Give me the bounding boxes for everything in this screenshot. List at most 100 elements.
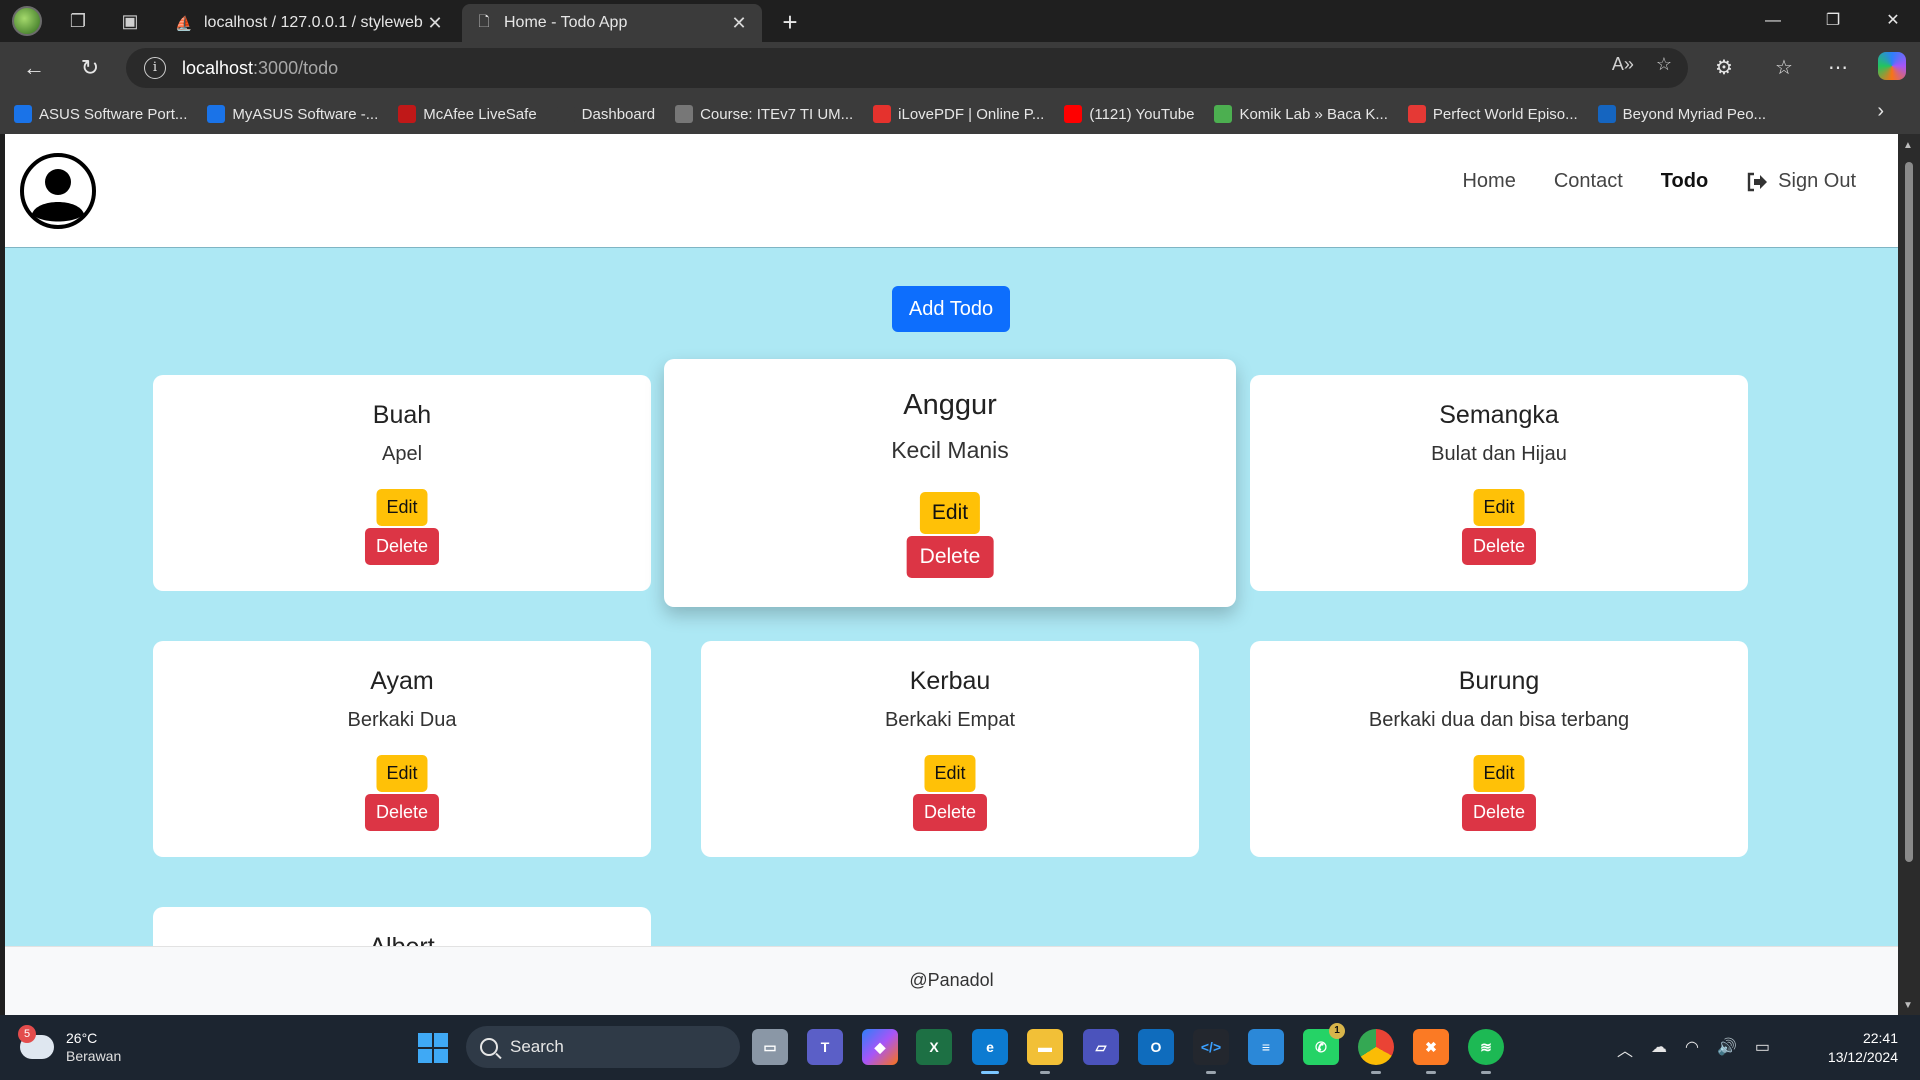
favorite-star-icon[interactable]: ☆ — [1656, 54, 1672, 75]
pw-icon — [1407, 105, 1426, 123]
edit-button[interactable]: Edit — [1473, 755, 1525, 792]
new-tab-button[interactable]: + — [774, 6, 806, 38]
delete-button[interactable]: Delete — [1461, 528, 1537, 565]
copilot-app-icon[interactable]: ◆ — [862, 1029, 898, 1065]
profile-avatar[interactable] — [12, 6, 42, 36]
todo-title: Kerbau — [909, 667, 991, 695]
bookmark-label: MyASUS Software -... — [232, 105, 379, 123]
bookmark-item[interactable]: Dashboard — [556, 105, 655, 123]
more-menu-icon[interactable]: ⋯ — [1820, 50, 1856, 86]
edit-button[interactable]: Edit — [376, 755, 428, 792]
scroll-down-arrow-icon[interactable]: ▼ — [1903, 1000, 1913, 1011]
workspaces-icon[interactable]: ❐ — [58, 0, 98, 42]
chrome-icon[interactable] — [1358, 1029, 1394, 1074]
excel-icon[interactable]: X — [916, 1029, 952, 1065]
nav-todo-link[interactable]: Todo — [1661, 170, 1708, 193]
todo-description: Kecil Manis — [891, 437, 1009, 463]
bookmark-label: Course: ITEv7 TI UM... — [700, 105, 854, 123]
edge-icon[interactable]: e — [972, 1029, 1008, 1074]
nav-contact-link[interactable]: Contact — [1554, 170, 1623, 193]
page-viewport: Home Contact Todo Sign Out Add Todo Buah… — [5, 134, 1898, 1015]
bookmark-label: Komik Lab » Baca K... — [1239, 105, 1388, 123]
page-scrollbar[interactable]: ▲ ▼ — [1898, 134, 1920, 1015]
bookmarks-overflow-icon[interactable]: › — [1877, 100, 1884, 123]
delete-button[interactable]: Delete — [912, 794, 988, 831]
extensions-icon[interactable]: ⚙ — [1706, 50, 1742, 86]
windows-start-icon[interactable] — [418, 1033, 448, 1063]
vertical-tabs-icon[interactable]: ▣ — [110, 0, 150, 42]
delete-button[interactable]: Delete — [906, 536, 994, 578]
mcafee-icon — [398, 105, 417, 123]
scrollbar-thumb[interactable] — [1905, 162, 1913, 862]
delete-button[interactable]: Delete — [1461, 794, 1537, 831]
delete-button[interactable]: Delete — [364, 528, 440, 565]
weather-condition: Berawan — [66, 1048, 122, 1064]
todo-card: Ayam Berkaki Dua Edit Delete — [153, 641, 651, 857]
edit-button[interactable]: Edit — [924, 755, 976, 792]
bookmark-item[interactable]: Komik Lab » Baca K... — [1214, 105, 1388, 123]
edit-button[interactable]: Edit — [919, 492, 981, 534]
url-field[interactable]: i localhost :3000/todo A» ☆ — [126, 48, 1688, 88]
read-aloud-icon[interactable]: A» — [1612, 54, 1634, 75]
xampp-icon[interactable]: ✖ — [1413, 1029, 1449, 1074]
edit-button[interactable]: Edit — [376, 489, 428, 526]
task-view-icon[interactable]: ▭ — [752, 1029, 788, 1065]
scroll-up-arrow-icon[interactable]: ▲ — [1903, 140, 1913, 151]
refresh-icon[interactable]: ↻ — [72, 50, 108, 86]
user-avatar-icon[interactable] — [19, 152, 97, 230]
delete-button[interactable]: Delete — [364, 794, 440, 831]
chevron-up-icon[interactable]: ︿ — [1617, 1037, 1633, 1061]
weather-temperature: 26°C — [66, 1030, 98, 1046]
whatsapp-badge: 1 — [1329, 1023, 1345, 1039]
bookmark-label: ASUS Software Port... — [39, 105, 188, 123]
edit-button[interactable]: Edit — [1473, 489, 1525, 526]
outlook-icon[interactable]: O — [1138, 1029, 1174, 1065]
file-explorer-icon[interactable]: ▬ — [1027, 1029, 1063, 1074]
minimize-icon[interactable]: — — [1746, 0, 1800, 42]
close-tab-icon[interactable]: ✕ — [424, 13, 446, 34]
bookmarks-bar: ASUS Software Port... MyASUS Software -..… — [0, 94, 1920, 134]
todo-title: Anggur — [903, 389, 997, 421]
system-tray: ︿ ☁ ◠ 🔊 ▭ — [1617, 1037, 1770, 1061]
notepad-icon[interactable]: ≡ — [1248, 1029, 1284, 1065]
bookmark-item[interactable]: McAfee LiveSafe — [398, 105, 537, 123]
volume-icon[interactable]: 🔊 — [1717, 1037, 1737, 1061]
taskbar-search[interactable]: Search — [466, 1026, 740, 1068]
onedrive-icon[interactable]: ☁ — [1651, 1037, 1667, 1061]
tab-todo-app[interactable]: 🗋 Home - Todo App ✕ — [462, 4, 762, 42]
bookmark-label: Beyond Myriad Peo... — [1622, 105, 1767, 123]
wifi-icon[interactable]: ◠ — [1685, 1037, 1699, 1061]
bookmark-item[interactable]: Beyond Myriad Peo... — [1597, 105, 1767, 123]
sign-out-link[interactable]: Sign Out — [1746, 170, 1856, 193]
close-tab-icon[interactable]: ✕ — [728, 13, 750, 34]
clock[interactable]: 22:41 13/12/2024 — [1828, 1029, 1898, 1067]
moodle-icon — [556, 105, 575, 123]
tab-label: Home - Todo App — [504, 14, 628, 31]
copilot-icon[interactable] — [1878, 52, 1906, 80]
back-arrow-icon[interactable]: ← — [16, 50, 52, 86]
weather-widget[interactable]: 5 26°C Berawan — [18, 1025, 122, 1065]
nav-home-link[interactable]: Home — [1462, 170, 1515, 193]
bookmark-item[interactable]: Course: ITEv7 TI UM... — [675, 105, 853, 123]
bookmark-item[interactable]: ASUS Software Port... — [14, 105, 187, 123]
battery-icon[interactable]: ▭ — [1755, 1037, 1770, 1061]
sketch-app-icon[interactable]: ▱ — [1083, 1029, 1119, 1065]
bookmark-item[interactable]: iLovePDF | Online P... — [873, 105, 1044, 123]
sign-out-icon — [1747, 172, 1768, 191]
teams-icon[interactable]: T — [807, 1029, 843, 1065]
site-info-icon[interactable]: i — [144, 57, 166, 79]
tab-phpmyadmin[interactable]: ⛵ localhost / 127.0.0.1 / styleweb / t ✕ — [162, 4, 458, 42]
bookmark-item[interactable]: Perfect World Episo... — [1407, 105, 1578, 123]
nav-links: Home Contact Todo Sign Out — [1462, 170, 1856, 193]
restore-icon[interactable]: ❐ — [1806, 0, 1860, 42]
sign-out-label: Sign Out — [1778, 170, 1856, 192]
whatsapp-icon[interactable]: ✆ 1 — [1303, 1023, 1345, 1065]
close-window-icon[interactable]: ✕ — [1866, 0, 1920, 42]
vscode-icon[interactable]: </> — [1193, 1029, 1229, 1074]
bookmark-item[interactable]: (1121) YouTube — [1064, 105, 1194, 123]
spotify-icon[interactable]: ≋ — [1468, 1029, 1504, 1074]
add-todo-button[interactable]: Add Todo — [892, 286, 1010, 332]
asus-icon — [14, 105, 32, 123]
favorites-icon[interactable]: ☆ — [1766, 50, 1802, 86]
bookmark-item[interactable]: MyASUS Software -... — [207, 105, 378, 123]
